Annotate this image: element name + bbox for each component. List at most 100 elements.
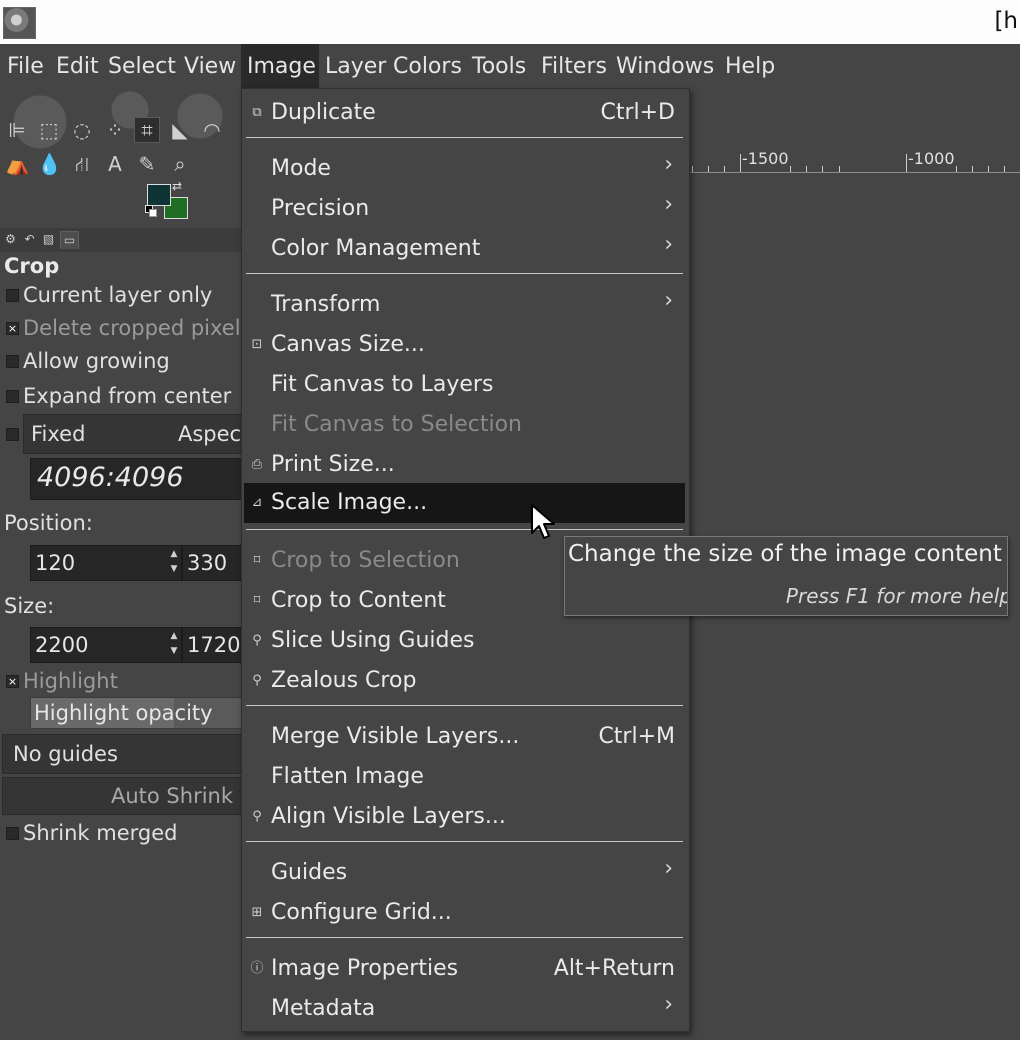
color-picker-icon[interactable]: ✎ [135, 152, 159, 176]
menu-fit-canvas-layers[interactable]: Fit Canvas to Layers [244, 365, 685, 405]
menu-transform[interactable]: Transform › [244, 285, 685, 325]
highlight-opacity-slider[interactable]: Highlight opacity [30, 697, 252, 729]
align-tool-icon[interactable]: ⊫ [5, 118, 29, 142]
swap-colors-icon[interactable]: ⇄ [172, 179, 182, 193]
warp-transform-icon[interactable]: ◠ [200, 118, 224, 142]
menu-help[interactable]: Help [719, 44, 781, 88]
menu-view[interactable]: View [178, 44, 242, 88]
ruler-label: -1000 [908, 149, 955, 168]
undo-history-tab-icon[interactable]: ↶ [21, 231, 38, 248]
position-x-input[interactable]: 120 ▲ ▼ [30, 545, 182, 581]
display-tab-icon[interactable]: ▭ [60, 231, 79, 249]
paths-tool-icon[interactable]: ⛙ [70, 152, 94, 176]
menu-windows[interactable]: Windows [610, 44, 720, 88]
rect-select-icon[interactable]: ⬚ [37, 118, 61, 142]
expand-from-center-checkbox[interactable] [6, 390, 19, 403]
ruler-tick [956, 166, 957, 172]
zoom-tool-icon[interactable]: ⌕ [168, 152, 192, 176]
menu-duplicate[interactable]: ⧉ Duplicate Ctrl+D [244, 93, 685, 133]
menu-align-visible[interactable]: ⚲ Align Visible Layers... [244, 797, 685, 837]
menu-configure-grid[interactable]: ⊞ Configure Grid... [244, 893, 685, 933]
menu-flatten[interactable]: Flatten Image [244, 757, 685, 797]
menu-canvas-size[interactable]: ⊡ Canvas Size... [244, 325, 685, 365]
lasso-icon[interactable]: ◌ [70, 118, 94, 142]
shrink-merged-checkbox[interactable] [6, 827, 19, 840]
menu-select[interactable]: Select [102, 44, 182, 88]
ruler-tick [839, 166, 840, 172]
unified-transform-icon[interactable]: ◣ [168, 118, 192, 142]
crop-tool-icon[interactable]: ⌗ [134, 117, 160, 143]
ruler-tick [1004, 166, 1005, 172]
ruler-tick [724, 166, 725, 172]
menu-color-management[interactable]: Color Management › [244, 229, 685, 269]
menu-crop-content-label: Crop to Content [271, 588, 446, 613]
menu-print-size[interactable]: ⎙ Print Size... [244, 445, 685, 485]
fixed-checkbox[interactable] [6, 428, 19, 441]
menu-slice-guides[interactable]: ⚲ Slice Using Guides [244, 621, 685, 661]
ruler-tick [806, 166, 807, 172]
paint-bucket-icon[interactable]: ⛺ [5, 152, 30, 176]
menu-zealous-crop-label: Zealous Crop [271, 668, 417, 693]
gradient-tab-icon[interactable]: ▧ [40, 231, 57, 248]
tool-options-tab-icon[interactable]: ⚙ [2, 231, 19, 248]
auto-shrink-button[interactable]: Auto Shrink [2, 777, 254, 815]
menu-edit[interactable]: Edit [50, 44, 105, 88]
submenu-arrow-icon: › [664, 992, 673, 1017]
menu-merge-visible-label: Merge Visible Layers... [271, 724, 520, 749]
spin-up-icon[interactable]: ▲ [169, 548, 179, 560]
menu-mode-label: Mode [271, 156, 331, 181]
menu-flatten-label: Flatten Image [271, 764, 424, 789]
current-layer-only-checkbox[interactable] [6, 289, 19, 302]
menu-fit-canvas-selection[interactable]: Fit Canvas to Selection [244, 405, 685, 445]
menu-separator [246, 273, 683, 274]
size-label: Size: [4, 594, 55, 618]
menu-print-size-label: Print Size... [271, 452, 395, 477]
spin-down-icon[interactable]: ▼ [169, 563, 179, 575]
fixed-aspect-selector[interactable]: Fixed Aspect [23, 414, 255, 454]
menu-slice-guides-label: Slice Using Guides [271, 628, 475, 653]
highlight-opacity-label: Highlight opacity [34, 701, 213, 725]
menu-canvas-size-label: Canvas Size... [271, 332, 425, 357]
fuzzy-select-icon[interactable]: ⁘ [103, 118, 127, 142]
ruler-tick [740, 154, 741, 172]
position-y-value: 330 [187, 551, 228, 575]
foreground-color-swatch[interactable] [147, 184, 171, 206]
gimp-logo-icon [3, 7, 36, 39]
menu-zealous-crop[interactable]: ⚲ Zealous Crop [244, 661, 685, 701]
menu-scale-image[interactable]: ⊿ Scale Image... [244, 483, 685, 523]
menu-image[interactable]: Image [241, 44, 319, 88]
highlight-checkbox[interactable]: × [6, 675, 19, 688]
menu-separator [246, 529, 683, 530]
menu-layer[interactable]: Layer [319, 44, 392, 88]
menu-metadata[interactable]: Metadata › [244, 989, 685, 1029]
submenu-arrow-icon: › [664, 152, 673, 177]
allow-growing-checkbox[interactable] [6, 355, 19, 368]
menu-file[interactable]: File [1, 44, 50, 88]
submenu-arrow-icon: › [664, 192, 673, 217]
spin-down-icon[interactable]: ▼ [169, 645, 179, 657]
menu-fit-canvas-layers-label: Fit Canvas to Layers [271, 372, 494, 397]
menu-precision-label: Precision [271, 196, 370, 221]
guides-dropdown[interactable]: No guides [2, 734, 254, 774]
menu-precision[interactable]: Precision › [244, 189, 685, 229]
delete-cropped-pixels-checkbox[interactable]: × [6, 322, 19, 335]
menu-guides[interactable]: Guides › [244, 853, 685, 893]
tooltip: Change the size of the image content Pre… [564, 536, 1008, 616]
text-tool-icon[interactable]: A [103, 152, 127, 176]
menu-merge-visible[interactable]: Merge Visible Layers... Ctrl+M [244, 717, 685, 757]
smudge-icon[interactable]: 💧 [37, 152, 62, 176]
horizontal-ruler[interactable]: -1500 -1000 [688, 148, 1020, 173]
delete-cropped-pixels-label: Delete cropped pixels [23, 316, 252, 340]
aspect-ratio-input[interactable]: 4096:4096 [30, 458, 252, 500]
guides-value: No guides [13, 742, 118, 766]
grid-icon: ⊞ [251, 905, 263, 920]
menu-mode[interactable]: Mode › [244, 149, 685, 189]
menu-colors[interactable]: Colors [387, 44, 468, 88]
spin-up-icon[interactable]: ▲ [169, 630, 179, 642]
menu-image-properties[interactable]: ⓘ Image Properties Alt+Return [244, 949, 685, 989]
tool-options-panel: Crop Current layer only × Delete cropped… [0, 252, 255, 1040]
size-width-input[interactable]: 2200 ▲ ▼ [30, 627, 182, 663]
menu-filters[interactable]: Filters [535, 44, 613, 88]
reset-colors-icon[interactable] [145, 205, 157, 217]
menu-tools[interactable]: Tools [466, 44, 532, 88]
